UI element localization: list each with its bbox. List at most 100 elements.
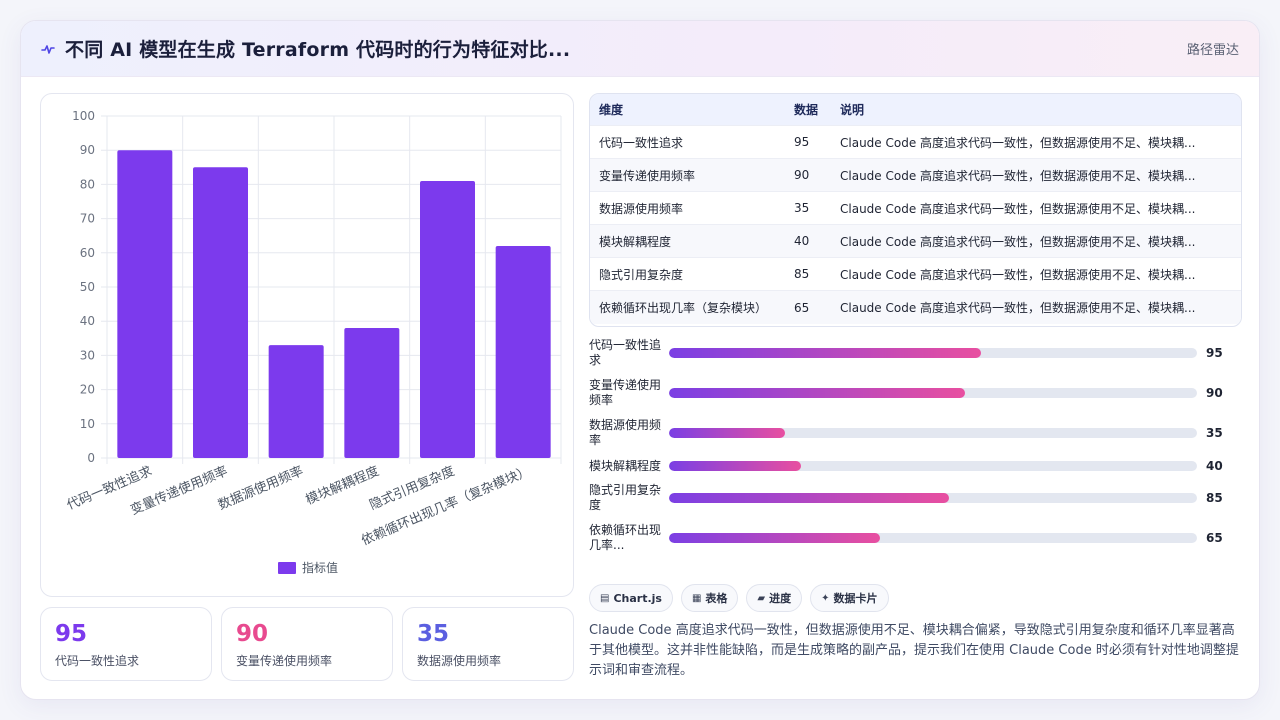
column-header-dimension: 维度 xyxy=(599,103,624,117)
table-icon: ▦ xyxy=(691,592,702,604)
y-tick-label: 10 xyxy=(80,417,95,431)
x-tick-label: 数据源使用频率 xyxy=(216,463,306,513)
progress-value: 90 xyxy=(1206,386,1223,400)
progress-row: 隐式引用复杂度 85 xyxy=(589,481,1242,515)
progress-row: 依赖循环出现几率... 65 xyxy=(589,515,1242,561)
table-row: 变量传递使用频率 90 Claude Code 高度追求代码一致性，但数据源使用… xyxy=(590,159,1241,192)
table-row: 隐式引用复杂度 85 Claude Code 高度追求代码一致性，但数据源使用不… xyxy=(590,258,1241,291)
progress-fill xyxy=(669,428,786,438)
progress-row: 数据源使用频率 35 xyxy=(589,415,1242,451)
progress-fill xyxy=(669,388,965,398)
progress-fill xyxy=(669,493,949,503)
chip-data-card[interactable]: ✦ 数据卡片 xyxy=(810,584,889,612)
progress-row: 变量传递使用频率 90 xyxy=(589,371,1242,415)
legend-label: 指标值 xyxy=(302,560,338,575)
table-cell-dimension: 隐式引用复杂度 xyxy=(599,267,684,282)
progress-fill xyxy=(669,461,801,471)
table-cell-value: 95 xyxy=(794,135,810,149)
stat-value: 95 xyxy=(55,621,88,647)
dashboard-panel: 不同 AI 模型在生成 Terraform 代码时的行为特征对比... 路径雷达… xyxy=(20,20,1260,700)
progress-fill xyxy=(669,348,981,358)
progress-label: 变量传递使用频率 xyxy=(589,378,662,407)
y-tick-label: 80 xyxy=(80,177,95,191)
stat-card: 90 变量传递使用频率 xyxy=(221,607,393,681)
summary-text: Claude Code 高度追求代码一致性，但数据源使用不足、模块耦合偏紧，导致… xyxy=(589,623,1239,678)
y-tick-label: 60 xyxy=(80,246,95,260)
progress-fill xyxy=(669,533,881,543)
chip-progress[interactable]: ▰ 进度 xyxy=(746,584,803,612)
stat-label: 变量传递使用频率 xyxy=(236,654,333,668)
progress-track xyxy=(669,461,1197,471)
table-row: 代码一致性追求 95 Claude Code 高度追求代码一致性，但数据源使用不… xyxy=(590,126,1241,159)
y-tick-label: 100 xyxy=(72,109,95,123)
progress-track xyxy=(669,388,1197,398)
page-title: 不同 AI 模型在生成 Terraform 代码时的行为特征对比... xyxy=(65,39,571,61)
bar xyxy=(193,167,248,459)
card-icon: ✦ xyxy=(821,592,830,604)
table-cell-dimension: 代码一致性追求 xyxy=(599,135,684,150)
column-header-description: 说明 xyxy=(840,103,865,117)
table-cell-value: 40 xyxy=(794,234,810,248)
bar-chart: 0102030405060708090100代码一致性追求变量传递使用频率数据源… xyxy=(64,109,562,575)
progress-value: 65 xyxy=(1206,531,1223,545)
bar xyxy=(117,150,173,458)
table-row: 模块解耦程度 40 Claude Code 高度追求代码一致性，但数据源使用不足… xyxy=(590,225,1241,258)
bar xyxy=(420,180,475,458)
y-tick-label: 0 xyxy=(87,451,95,465)
table-cell-description: Claude Code 高度追求代码一致性，但数据源使用不足、模块耦... xyxy=(840,267,1196,282)
stat-value: 35 xyxy=(417,621,450,647)
progress-label: 数据源使用频率 xyxy=(589,418,662,447)
y-tick-label: 90 xyxy=(80,143,95,157)
pulse-icon xyxy=(41,44,55,54)
y-tick-label: 20 xyxy=(80,383,95,397)
column-header-value: 数据 xyxy=(794,103,819,117)
bar xyxy=(268,345,324,458)
y-tick-label: 30 xyxy=(80,348,95,362)
progress-track xyxy=(669,533,1197,543)
bar-chart-card: 0 10 20 30 40 50 60 70 80 90 100 代码一致性追求 变量传递使用频率 数据源… xyxy=(40,93,574,597)
table-cell-value: 65 xyxy=(794,300,810,315)
progress-label: 依赖循环出现几率... xyxy=(589,523,662,552)
progress-icon: ▰ xyxy=(757,592,766,604)
panel-header: 不同 AI 模型在生成 Terraform 代码时的行为特征对比... 路径雷达 xyxy=(21,21,1259,77)
stat-label: 数据源使用频率 xyxy=(417,654,502,668)
chip-label: 表格 xyxy=(705,592,728,605)
table-cell-description: Claude Code 高度追求代码一致性，但数据源使用不足、模块耦... xyxy=(840,234,1196,249)
table-cell-dimension: 数据源使用频率 xyxy=(599,201,684,216)
bar xyxy=(344,328,400,458)
table-cell-description: Claude Code 高度追求代码一致性，但数据源使用不足、模块耦... xyxy=(840,301,1196,315)
table-cell-dimension: 变量传递使用频率 xyxy=(599,168,696,183)
table-cell-description: Claude Code 高度追求代码一致性，但数据源使用不足、模块耦... xyxy=(840,135,1196,150)
progress-label: 代码一致性追求 xyxy=(589,338,662,367)
chip-chartjs[interactable]: ▤ Chart.js xyxy=(589,584,673,612)
chip-table[interactable]: ▦ 表格 xyxy=(680,584,739,612)
stat-card: 95 代码一致性追求 xyxy=(40,607,212,681)
legend-swatch xyxy=(278,562,296,574)
progress-list: 代码一致性追求 95 变量传递使用频率 90 数据源使用频率 35 模块解耦程度… xyxy=(589,335,1242,561)
y-tick-label: 70 xyxy=(80,212,95,226)
table-cell-value: 90 xyxy=(794,168,810,182)
stat-value: 90 xyxy=(236,621,269,647)
progress-row: 代码一致性追求 95 xyxy=(589,335,1242,371)
tag-chips: ▤ Chart.js ▦ 表格 ▰ 进度 ✦ 数据卡片 xyxy=(589,584,889,612)
progress-value: 85 xyxy=(1206,491,1223,505)
progress-value: 35 xyxy=(1206,426,1223,440)
table-cell-dimension: 依赖循环出现几率（复杂模块） xyxy=(599,301,768,315)
table-cell-dimension: 模块解耦程度 xyxy=(599,234,672,249)
header-route-link[interactable]: 路径雷达 xyxy=(1187,39,1239,58)
table-row: 数据源使用频率 35 Claude Code 高度追求代码一致性，但数据源使用不… xyxy=(590,192,1241,225)
table-cell-value: 85 xyxy=(794,267,810,281)
table-row: 依赖循环出现几率（复杂模块） 65 Claude Code 高度追求代码一致性，… xyxy=(590,291,1241,324)
progress-track xyxy=(669,428,1197,438)
chip-label: 数据卡片 xyxy=(833,592,878,605)
progress-value: 40 xyxy=(1206,459,1223,473)
y-tick-label: 50 xyxy=(80,280,95,294)
header-title-group: 不同 AI 模型在生成 Terraform 代码时的行为特征对比... xyxy=(41,35,570,62)
stat-card: 35 数据源使用频率 xyxy=(402,607,574,681)
table-cell-description: Claude Code 高度追求代码一致性，但数据源使用不足、模块耦... xyxy=(840,168,1196,183)
progress-value: 95 xyxy=(1206,346,1223,360)
table-cell-description: Claude Code 高度追求代码一致性，但数据源使用不足、模块耦... xyxy=(840,201,1196,216)
progress-track xyxy=(669,493,1197,503)
table-cell-value: 35 xyxy=(794,201,810,215)
chip-label: Chart.js xyxy=(613,591,662,605)
